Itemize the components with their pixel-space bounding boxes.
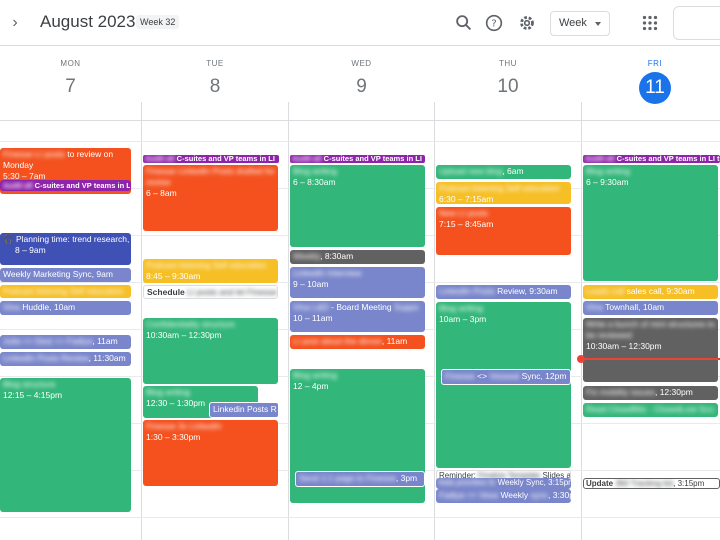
week-number-badge: Week 32 [136,15,180,29]
calendar-event[interactable]: Vina L&D - Board Meeting Suppo 10 – 11am [290,301,425,332]
hour-line [0,517,720,518]
view-selector-label: Week [559,17,587,29]
column-divider [288,102,289,120]
search-icon[interactable] [453,12,475,34]
calendar-event[interactable]: Vina Townhall, 10am [583,301,718,315]
day-name: TUE [206,59,224,68]
calendar-event[interactable]: Blog writing 6 – 8:30am [290,165,425,247]
gear-icon[interactable] [516,12,538,34]
calendar-event[interactable]: Podcast listening Self education 6:30 – … [436,182,571,204]
day-number: 9 [356,76,367,97]
calendar-event[interactable]: Leads call sales call, 9:30am [583,285,718,299]
chevron-right-icon[interactable]: › [6,13,24,33]
calendar-event[interactable]: Weekly Marketing Sync, 9am [0,268,131,282]
day-number: 8 [209,76,221,97]
calendar-event[interactable]: Schedule LI posts and let Finesse k [143,285,278,299]
day-header-wed[interactable]: WED 9 [289,46,434,120]
calendar-event[interactable]: Blog writing 6 – 9:30am [583,165,718,281]
column-divider [141,102,142,120]
svg-text:?: ? [491,19,496,30]
calendar-event[interactable]: LinkedIn Posts Review, 11:30am [0,352,131,366]
allday-event-bar[interactable]: Audit all C-suites and VP teams in LI to [583,155,720,163]
column-divider [581,120,582,540]
calendar-event[interactable]: Upload new blog, 6am [436,165,571,179]
day-header-tue[interactable]: TUE 8 [142,46,288,120]
month-title: August 2023 [40,12,136,31]
day-name: FRI [647,59,663,68]
day-name: WED [351,59,372,68]
calendar-event[interactable]: Fix mobility issues, 12:30pm [583,386,718,400]
calendar-event[interactable]: LinkedIn Posts Review, 9:30am [436,285,571,299]
column-divider [141,120,142,540]
calendar-event[interactable]: Confidentiality structure 10:30am – 12:3… [143,318,278,384]
calendar-event[interactable]: Read CloseBlitz - ClosedLost Sco [583,403,718,417]
calendar-event[interactable]: LI post about the dinner, 11am [290,335,425,349]
calendar-event[interactable]: Fadiya <> Vesa Weekly sync, 3:30pm [436,489,571,503]
day-number: 10 [497,76,519,97]
calendar-event[interactable]: LinkedIn Interview 9 – 10am [290,267,425,298]
apps-grid-icon[interactable] [639,12,661,34]
calendar-event[interactable]: Audit all C-suites and VP teams in LI [0,180,131,191]
calendar-event[interactable]: Weekly, 8:30am [290,250,425,264]
day-name: THU [499,59,517,68]
calendar-event[interactable]: Aida priorities fo Weekly Sync, 3:15pm [436,478,571,489]
calendar-event[interactable]: Julia <> Desi <> Fadiya, 11am [0,335,131,349]
calendar-event[interactable]: Write a bunch of mini structures to be r… [583,318,718,382]
allday-divider [0,120,720,121]
calendar-header: › August 2023 Week 32 ? Week [0,0,720,46]
today-day-number: 11 [639,72,671,104]
calendar-event[interactable]: Blog structure 12:15 – 4:15pm [0,378,131,512]
calendar-event[interactable]: Podcast listening Self education [0,285,131,298]
allday-event-bar[interactable]: Audit all C-suites and VP teams in LI [143,155,279,163]
calendar-event[interactable]: 🎧 Planning time: trend research, 8 – 9am [0,233,131,265]
calendar-event[interactable]: Blog writing 10am – 3pm [436,302,571,468]
calendar-event[interactable]: Send 1:1 page to Finesse, 3pm [295,471,425,487]
column-divider [288,120,289,540]
calendar-event[interactable]: Podcast listening Self education 8:45 – … [143,259,278,283]
calendar-event[interactable]: New LI posts 7:15 – 8:45am [436,207,571,255]
calendar-event[interactable]: Finesse LinkedIn Posts drafted for revie… [143,165,278,231]
caret-down-icon [595,22,601,26]
headset-icon: 🎧 [3,234,14,244]
column-divider [434,120,435,540]
day-header-mon[interactable]: MON 7 [0,46,141,120]
account-box[interactable] [673,6,720,40]
calendar-event[interactable]: Vina Huddle, 10am [0,301,131,315]
current-time-line [581,358,720,360]
day-header-thu[interactable]: THU 10 [435,46,581,120]
calendar-event[interactable]: Finesse 3x LinkedIn 1:30 – 3:30pm [143,420,278,486]
hour-line [0,141,720,142]
calendar-event[interactable]: Finesse <> Vesseal Sync, 12pm [441,369,571,385]
day-name: MON [60,59,81,68]
view-selector-button[interactable]: Week [550,11,610,36]
column-divider [581,102,582,120]
calendar-event[interactable]: Linkedin Posts R [209,402,279,418]
allday-event-bar[interactable]: Audit all C-suites and VP teams in LI [290,155,425,163]
calendar-event[interactable]: Update 360 Tracking list, 3:15pm [583,478,720,489]
help-icon[interactable]: ? [483,12,505,34]
day-header-fri[interactable]: FRI 11 [582,46,720,120]
column-divider [434,102,435,120]
day-number: 7 [65,76,76,97]
